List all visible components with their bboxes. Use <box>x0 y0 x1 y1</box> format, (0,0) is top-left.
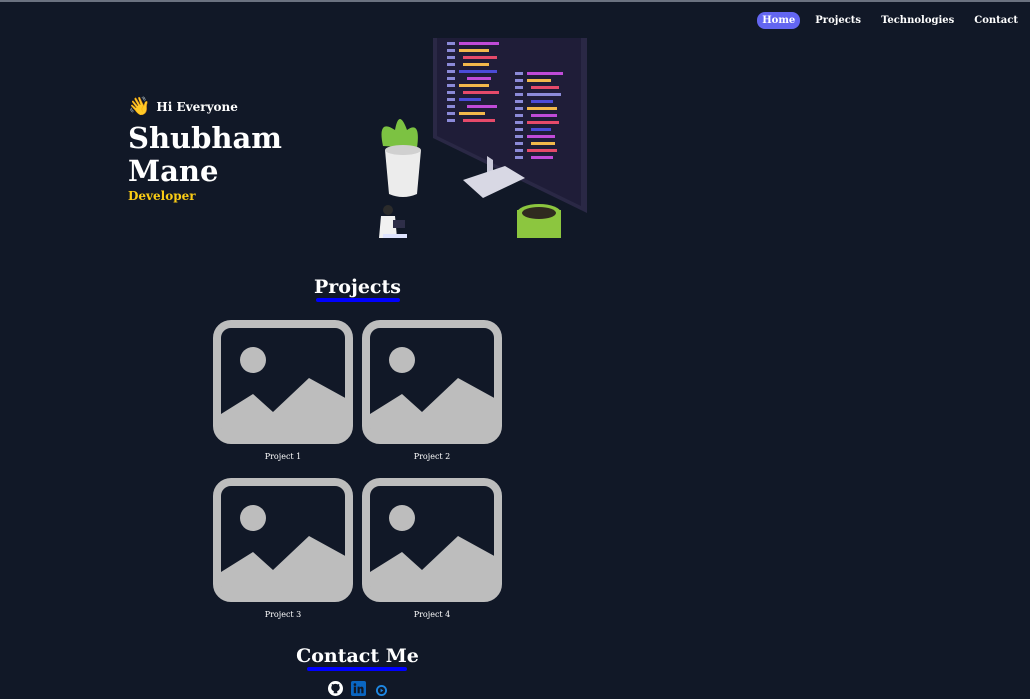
image-placeholder-icon <box>362 478 502 602</box>
project-caption: Project 2 <box>413 452 451 461</box>
greeting-text: Hi Everyone <box>156 100 238 114</box>
hero-text: 👋 Hi Everyone Shubham Mane Developer <box>128 98 368 203</box>
project-card-4[interactable]: Project 4 <box>362 478 502 619</box>
nav-home[interactable]: Home <box>757 12 801 29</box>
projects-underline <box>316 298 400 302</box>
nav-projects[interactable]: Projects <box>810 12 866 29</box>
image-placeholder-icon <box>213 478 353 602</box>
project-card-2[interactable]: Project 2 <box>362 320 502 461</box>
top-nav: Home Projects Technologies Contact <box>757 12 1023 29</box>
image-placeholder-icon <box>213 320 353 444</box>
hero-name: Shubham Mane <box>128 121 282 189</box>
project-caption: Project 1 <box>264 452 302 461</box>
developer-desk-illustration <box>379 38 587 238</box>
project-caption: Project 3 <box>264 610 302 619</box>
top-border <box>0 0 1030 2</box>
contact-heading: Contact Me <box>296 645 419 667</box>
waving-hand-icon: 👋 <box>128 96 151 117</box>
nav-contact[interactable]: Contact <box>969 12 1023 29</box>
nav-technologies[interactable]: Technologies <box>876 12 959 29</box>
project-caption: Project 4 <box>413 610 451 619</box>
play-circle-icon[interactable] <box>376 681 387 699</box>
linkedin-icon[interactable] <box>351 681 366 699</box>
image-placeholder-icon <box>362 320 502 444</box>
project-card-1[interactable]: Project 1 <box>213 320 353 461</box>
github-icon[interactable] <box>328 681 343 699</box>
contact-underline <box>307 667 407 671</box>
project-card-3[interactable]: Project 3 <box>213 478 353 619</box>
hero-role: Developer <box>128 188 196 203</box>
contact-links <box>328 681 387 699</box>
projects-heading: Projects <box>314 276 401 298</box>
greeting: 👋 Hi Everyone <box>128 98 368 116</box>
